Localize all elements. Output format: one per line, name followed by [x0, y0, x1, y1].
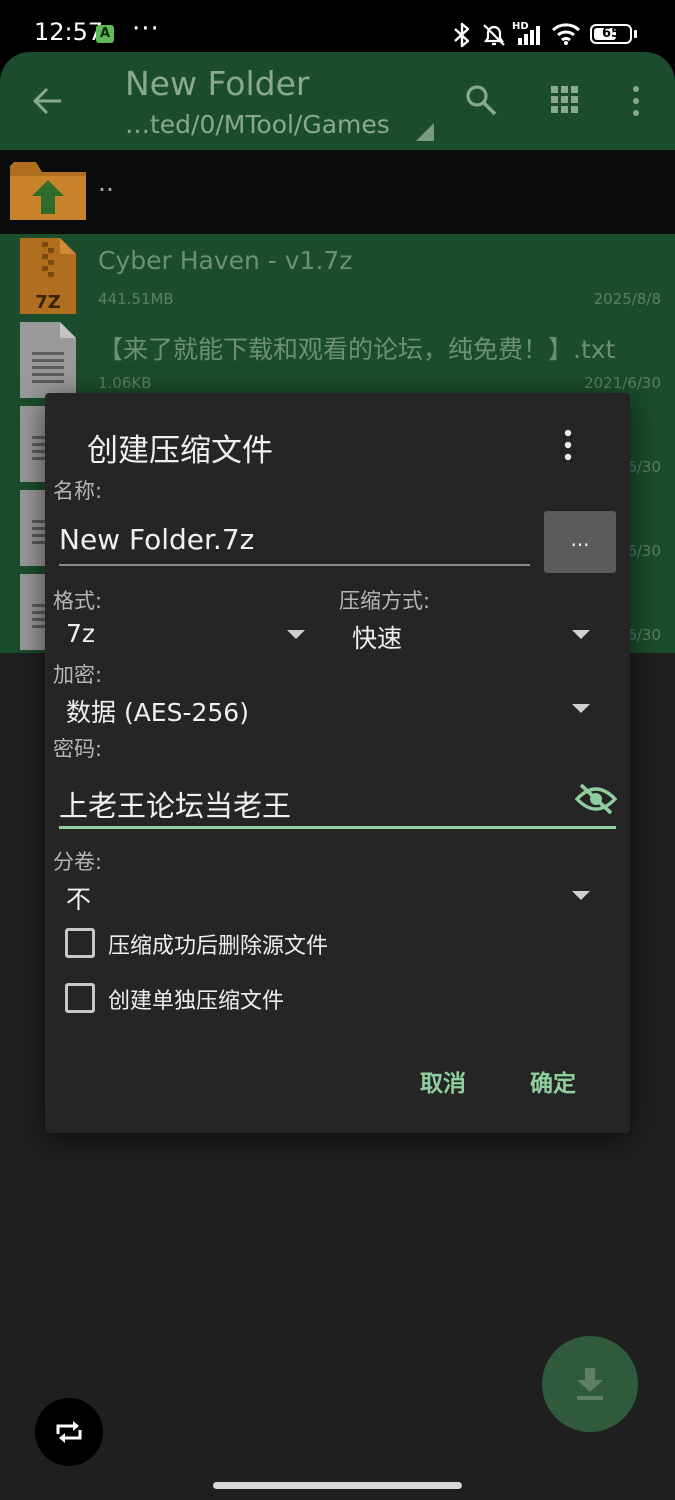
extract-fab-button[interactable] — [542, 1336, 638, 1432]
dialog-menu-icon[interactable] — [562, 429, 574, 461]
app-notification-icon: A — [96, 25, 114, 43]
parent-folder-label: .. — [98, 168, 114, 197]
encryption-label: 加密: — [53, 663, 103, 687]
toolbar-title: New Folder — [125, 64, 310, 103]
archive-icon-label: 7Z — [35, 292, 61, 313]
battery-icon: 65 — [590, 24, 632, 44]
switch-panel-button[interactable] — [35, 1398, 103, 1466]
wifi-icon — [551, 23, 581, 45]
file-name: Cyber Haven - v1.7z — [98, 246, 353, 275]
notifications-muted-icon — [483, 24, 505, 46]
file-date: 2025/8/8 — [593, 290, 661, 308]
dialog-title: 创建压缩文件 — [87, 433, 273, 469]
more-notifications-icon: ··· — [132, 14, 160, 44]
download-icon — [577, 1368, 603, 1400]
file-date: 6/30 — [627, 626, 661, 644]
file-row[interactable]: 7Z Cyber Haven - v1.7z 441.51MB 2025/8/8 — [0, 234, 675, 318]
status-time: 12:57 — [34, 18, 104, 46]
signal-icon — [518, 26, 540, 45]
method-label: 压缩方式: — [339, 589, 431, 613]
browse-button[interactable]: ... — [544, 511, 616, 573]
separate-archives-checkbox[interactable] — [65, 983, 95, 1013]
cancel-button[interactable]: 取消 — [420, 1064, 466, 1098]
parent-folder-icon — [10, 162, 86, 220]
swap-icon — [56, 1421, 82, 1443]
toolbar-path[interactable]: …ted/0/MTool/Games — [125, 110, 390, 139]
grid-view-icon[interactable] — [550, 85, 580, 115]
bluetooth-icon — [454, 22, 470, 48]
file-date: 2021/6/30 — [584, 374, 661, 392]
format-select[interactable]: 7z — [66, 619, 95, 648]
file-name: 【来了就能下载和观看的论坛，纯免费！】.txt — [98, 335, 616, 364]
password-visibility-off-icon[interactable] — [575, 782, 617, 816]
home-indicator[interactable] — [213, 1482, 462, 1489]
text-file-icon — [20, 322, 76, 398]
battery-tip — [634, 30, 637, 38]
separate-archives-label[interactable]: 创建单独压缩文件 — [108, 983, 284, 1015]
file-date: 6/30 — [627, 458, 661, 476]
archive-7z-icon: 7Z — [20, 238, 76, 314]
parent-folder-row[interactable]: .. — [0, 150, 675, 234]
password-input[interactable]: 上老王论坛当老王 — [59, 783, 291, 825]
split-label: 分卷: — [53, 850, 103, 874]
name-label: 名称: — [53, 479, 103, 503]
format-label: 格式: — [53, 589, 103, 613]
file-row[interactable]: 【来了就能下载和观看的论坛，纯免费！】.txt 1.06KB 2021/6/30 — [0, 318, 675, 402]
path-dropdown-icon[interactable] — [416, 123, 434, 141]
file-size: 441.51MB — [98, 290, 174, 308]
file-size: 1.06KB — [98, 374, 152, 392]
delete-source-label[interactable]: 压缩成功后删除源文件 — [108, 928, 328, 960]
delete-source-checkbox[interactable] — [65, 928, 95, 958]
method-select[interactable]: 快速 — [352, 619, 402, 655]
app-toolbar: New Folder …ted/0/MTool/Games — [0, 52, 675, 150]
archive-name-input[interactable]: New Folder.7z — [59, 523, 254, 556]
password-label: 密码: — [53, 737, 103, 761]
file-date: 6/30 — [627, 542, 661, 560]
format-dropdown-icon[interactable] — [287, 630, 305, 639]
split-select[interactable]: 不 — [66, 880, 91, 916]
ok-button[interactable]: 确定 — [530, 1064, 576, 1098]
back-arrow-icon[interactable] — [31, 84, 65, 118]
battery-level: 65 — [601, 26, 621, 41]
name-underline — [59, 564, 530, 566]
split-dropdown-icon[interactable] — [572, 891, 590, 900]
method-dropdown-icon[interactable] — [572, 630, 590, 639]
overflow-menu-icon[interactable] — [630, 85, 642, 117]
encryption-dropdown-icon[interactable] — [572, 704, 590, 713]
search-icon[interactable] — [464, 83, 498, 117]
password-underline — [59, 826, 616, 829]
create-archive-dialog: 创建压缩文件 名称: New Folder.7z ... 格式: 7z 压缩方式… — [45, 393, 630, 1133]
encryption-select[interactable]: 数据 (AES-256) — [66, 693, 249, 729]
